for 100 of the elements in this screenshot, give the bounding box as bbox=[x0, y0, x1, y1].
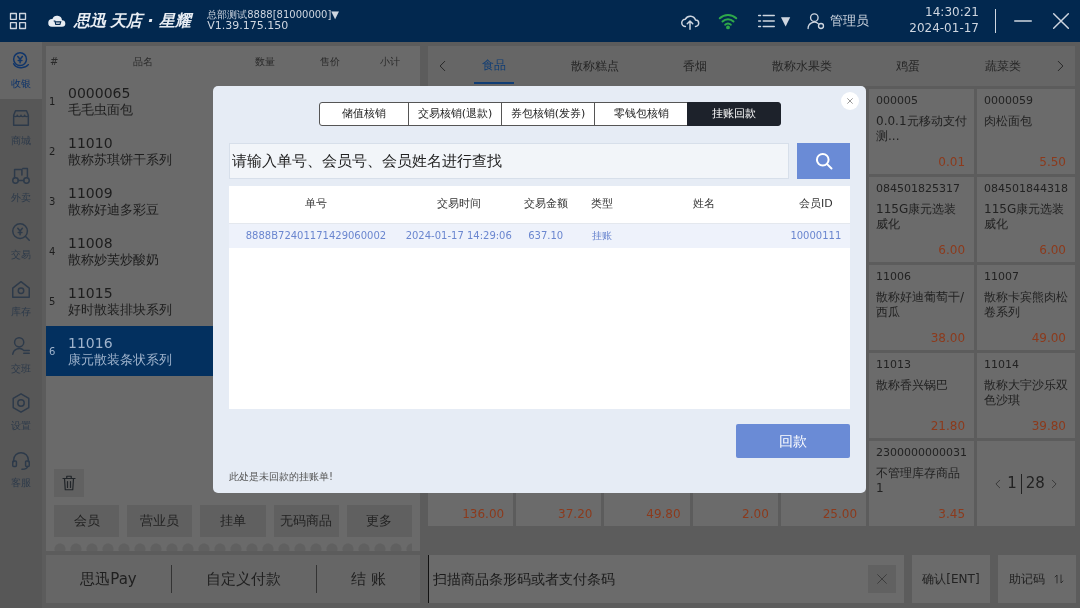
trash-button[interactable] bbox=[54, 469, 84, 497]
confirm-button[interactable]: 确认[ENT] bbox=[912, 555, 990, 603]
dialog-tab[interactable]: 挂账回款 bbox=[687, 102, 781, 126]
product-name: 115G康元选装威化 bbox=[876, 201, 958, 232]
product-code: 11013 bbox=[876, 357, 913, 373]
repay-button[interactable]: 回款 bbox=[736, 424, 850, 458]
trash-icon bbox=[60, 474, 78, 492]
yuan-search-icon bbox=[10, 221, 32, 243]
table-cell[interactable]: 挂账 bbox=[591, 230, 612, 242]
mnemonic-button[interactable]: 助记码 bbox=[998, 555, 1076, 603]
column-header: 售价 bbox=[319, 54, 341, 69]
clock-date: 2024-01-17 bbox=[909, 21, 979, 37]
product-tile[interactable]: 084501825317 115G康元选装威化 6.00 bbox=[869, 177, 974, 262]
product-price: 39.80 bbox=[1031, 418, 1066, 435]
page-total: 28 bbox=[1025, 473, 1045, 495]
payment-button[interactable]: 结 账 bbox=[316, 566, 420, 592]
user-shift-icon bbox=[10, 335, 32, 357]
shop-icon bbox=[10, 107, 32, 129]
product-tile[interactable]: 2300000000031 不管理库存商品1 3.45 bbox=[869, 441, 974, 526]
logo-product: 天店 · 星耀 bbox=[110, 10, 192, 32]
payment-button[interactable]: 思迅Pay bbox=[46, 566, 172, 592]
search-field[interactable]: 请输入单号、会员号、会员姓名进行查找 bbox=[229, 143, 789, 179]
product-code: 11007 bbox=[984, 269, 1020, 285]
dialog-tab[interactable]: 储值核销 bbox=[319, 102, 409, 126]
product-name: 散称香兴锅巴 bbox=[876, 377, 950, 393]
column-header: 交易时间 bbox=[402, 186, 515, 223]
close-icon bbox=[846, 97, 854, 105]
clear-button[interactable] bbox=[868, 565, 896, 593]
page-number: 1 bbox=[1007, 473, 1017, 495]
headset-icon bbox=[10, 449, 32, 471]
column-header: 类型 bbox=[576, 186, 627, 223]
product-name: 肉松面包 bbox=[984, 113, 1033, 129]
action-button[interactable]: 挂单 bbox=[200, 505, 266, 537]
product-tile[interactable]: 11007 散称卡宾熊肉松卷系列 49.00 bbox=[977, 265, 1075, 350]
product-tile[interactable]: 084501844318 115G康元选装威化 6.00 bbox=[977, 177, 1075, 262]
column-header: # bbox=[49, 54, 60, 69]
close-button[interactable] bbox=[841, 92, 859, 110]
product-price: 136.00 bbox=[462, 506, 505, 523]
product-price: 21.80 bbox=[930, 418, 965, 435]
search-icon bbox=[813, 151, 834, 171]
house-icon bbox=[10, 278, 32, 300]
footnote: 此处是未回款的挂账单! bbox=[228, 470, 334, 484]
product-code: 084501825317 bbox=[876, 181, 961, 197]
column-header: 单号 bbox=[229, 186, 403, 223]
product-name: 散称大宇沙乐双色沙琪 bbox=[984, 377, 1068, 408]
close-icon[interactable] bbox=[1050, 10, 1072, 32]
logo-brand: 思迅 bbox=[74, 10, 106, 32]
product-tile[interactable]: 000005 0.0.1元移动支付测... 0.01 bbox=[869, 89, 974, 174]
product-code: 000005 bbox=[876, 93, 920, 109]
product-price: 6.00 bbox=[938, 242, 965, 259]
category-tab[interactable]: 散称水果类 bbox=[763, 48, 840, 84]
dialog-tab[interactable]: 券包核销(发券) bbox=[501, 102, 595, 126]
product-price: 3.45 bbox=[938, 506, 965, 523]
category-tab[interactable]: 蔬菜类 bbox=[976, 48, 1029, 84]
product-code: 0000059 bbox=[984, 93, 1034, 109]
gear-icon bbox=[10, 392, 32, 414]
payment-button[interactable]: 自定义付款 bbox=[172, 566, 316, 592]
product-price: 38.00 bbox=[930, 330, 965, 347]
menu-caret[interactable]: ▼ bbox=[781, 12, 791, 30]
product-code: 084501844318 bbox=[984, 181, 1068, 197]
column-header: 姓名 bbox=[626, 186, 782, 223]
product-name: 散称卡宾熊肉松卷系列 bbox=[984, 289, 1068, 320]
clock-time: 14:30:21 bbox=[925, 5, 979, 21]
product-code: 11006 bbox=[876, 269, 913, 285]
product-price: 25.00 bbox=[822, 506, 858, 523]
user-name[interactable]: 管理员 bbox=[830, 11, 870, 31]
product-price: 49.80 bbox=[646, 506, 681, 523]
product-price: 37.20 bbox=[558, 506, 593, 523]
product-price: 5.50 bbox=[1039, 154, 1066, 171]
user-icon bbox=[806, 11, 827, 31]
category-tab[interactable]: 食品 bbox=[474, 48, 515, 84]
product-tile[interactable]: 11013 散称香兴锅巴 21.80 bbox=[869, 353, 974, 438]
close-icon bbox=[874, 571, 890, 587]
category-tab[interactable]: 散称糕点 bbox=[562, 48, 627, 84]
action-button[interactable]: 更多 bbox=[346, 505, 412, 537]
product-price: 0.01 bbox=[938, 154, 965, 171]
dialog-tab[interactable]: 交易核销(退款) bbox=[408, 102, 502, 126]
product-name: 115G康元选装威化 bbox=[984, 201, 1066, 232]
action-button[interactable]: 无码商品 bbox=[273, 505, 339, 537]
apps-grid-icon[interactable] bbox=[8, 11, 28, 31]
product-name: 不管理库存商品1 bbox=[876, 465, 962, 496]
product-code: 2300000000031 bbox=[876, 445, 967, 461]
sidebar-item[interactable]: 收银 bbox=[0, 42, 42, 99]
product-price: 2.00 bbox=[742, 506, 769, 523]
product-name: 0.0.1元移动支付测... bbox=[876, 113, 967, 144]
version-label: V1.39.175.150 bbox=[207, 20, 289, 34]
product-tile[interactable]: 0000059 肉松面包 5.50 bbox=[977, 89, 1075, 174]
store-selector[interactable]: 总部测试8888[81000000]▼ bbox=[207, 8, 340, 21]
dialog-tab[interactable]: 零钱包核销 bbox=[594, 102, 688, 126]
category-tab[interactable]: 香烟 bbox=[675, 48, 716, 84]
product-tile[interactable]: 11006 散称好迪葡萄干/西瓜 38.00 bbox=[869, 265, 974, 350]
column-header: 会员ID bbox=[781, 186, 850, 223]
product-price: 49.00 bbox=[1031, 330, 1066, 347]
category-tab[interactable]: 鸡蛋 bbox=[888, 48, 929, 84]
product-name: 散称好迪葡萄干/西瓜 bbox=[876, 289, 966, 320]
product-tile[interactable]: 11014 散称大宇沙乐双色沙琪 39.80 bbox=[977, 353, 1075, 438]
search-button[interactable] bbox=[797, 143, 850, 179]
product-price: 6.00 bbox=[1039, 242, 1066, 259]
product-code: 11014 bbox=[984, 357, 1020, 373]
column-header: 交易金额 bbox=[514, 186, 577, 223]
